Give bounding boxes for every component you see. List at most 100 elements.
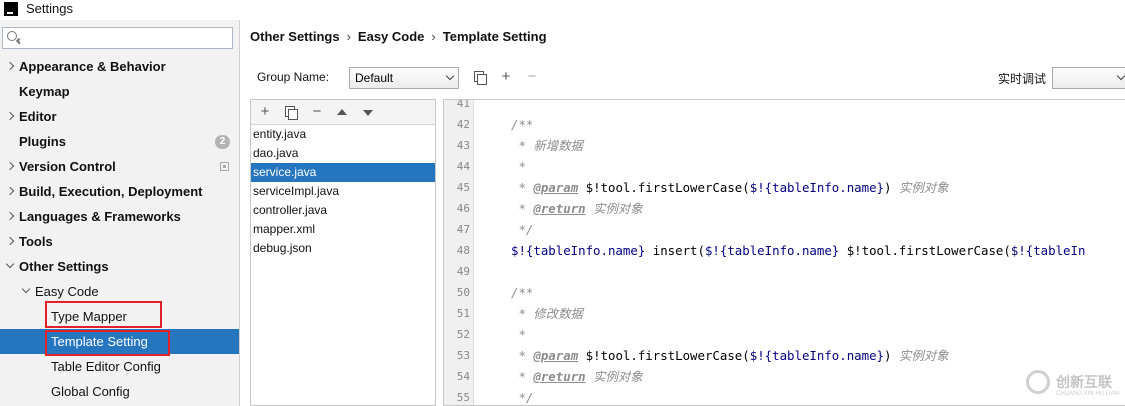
code-comment: * [511,138,534,153]
sidebar-item-version-control[interactable]: Version Control [0,154,239,179]
code-line-42: /** [511,114,533,135]
code-line-51: * 修改数据 [511,303,583,324]
code-text: $!tool.firstLowerCase( [839,243,1011,258]
sidebar-item-other-settings[interactable]: Other Settings [0,254,239,279]
code-variable: $!{tableInfo.name} [749,180,885,195]
remove-file-icon[interactable]: − [309,104,325,120]
file-item-entity[interactable]: entity.java [251,125,435,144]
sidebar-item-plugins[interactable]: Plugins 2 [0,129,239,154]
group-name-select[interactable]: Default [349,67,459,89]
code-comment: * [511,348,534,363]
chevron-right-icon[interactable] [6,154,16,179]
code-line-46: * @return 实例对象 [511,198,642,219]
file-item-debug[interactable]: debug.json [251,239,435,258]
code-variable: $!{tableInfo.name} [749,348,885,363]
code-text: insert( [645,243,705,258]
group-name-label: Group Name: [257,70,330,84]
code-comment: 实例对象 [898,348,949,363]
group-name-value: Default [355,71,394,85]
file-item-serviceimpl[interactable]: serviceImpl.java [251,182,435,201]
code-variable: $!{tableIn [1010,243,1086,258]
breadcrumb-other-settings[interactable]: Other Settings [250,29,340,44]
line-number: 48 [456,244,470,257]
chevron-down-icon [445,71,455,81]
file-item-dao[interactable]: dao.java [251,144,435,163]
chevron-right-icon[interactable] [6,104,16,129]
sidebar-item-keymap[interactable]: Keymap [0,79,239,104]
file-item-mapper[interactable]: mapper.xml [251,220,435,239]
sidebar-item-label: Build, Execution, Deployment [19,184,203,199]
code-line-50: /** [511,282,533,303]
watermark-text: 创新互联 [1056,374,1112,390]
line-number: 53 [456,349,470,362]
code-comment: * [511,159,526,174]
chevron-down-icon[interactable] [6,254,16,279]
code-comment: * [511,327,526,342]
file-item-controller[interactable]: controller.java [251,201,435,220]
line-number: 49 [456,265,470,278]
search-box[interactable]: ▾ [2,27,233,49]
sidebar-item-languages-frameworks[interactable]: Languages & Frameworks [0,204,239,229]
line-number: 42 [456,118,470,131]
project-level-icon [220,162,229,171]
code-comment: 实例对象 [898,180,949,195]
chevron-down-icon [1116,71,1125,81]
sidebar-item-appearance-behavior[interactable]: Appearance & Behavior [0,54,239,79]
line-number: 52 [456,328,470,341]
watermark-circle-icon [1026,370,1050,394]
file-item-service[interactable]: service.java [251,163,435,182]
line-number: 54 [456,370,470,383]
chevron-down-icon[interactable] [22,279,32,304]
breadcrumb: Other Settings › Easy Code › Template Settin… [250,29,547,44]
move-up-icon[interactable] [337,109,347,115]
copy-group-icon[interactable] [474,71,487,85]
line-number: 44 [456,160,470,173]
code-line-55: */ [511,387,534,405]
chevron-right-icon[interactable] [6,204,16,229]
chevron-right-icon[interactable] [6,179,16,204]
sidebar-item-table-editor-config[interactable]: Table Editor Config [0,354,239,379]
search-icon[interactable] [7,31,17,41]
code-text: ) [884,180,899,195]
watermark-subtext: CHUANG XIN HU LIAN [1056,391,1120,397]
add-file-icon[interactable]: + [257,104,273,120]
search-options-caret-icon[interactable]: ▾ [17,37,21,44]
search-input[interactable] [25,30,225,46]
line-number: 55 [456,391,470,404]
title-bar: Settings [0,0,1125,20]
chevron-right-icon[interactable] [6,54,16,79]
code-line-47: */ [511,219,533,240]
code-variable: $!{tableInfo.name} [511,243,646,258]
line-number: 47 [456,223,470,236]
code-comment: * [511,369,534,384]
sidebar-item-label: Version Control [19,159,116,174]
copy-file-icon[interactable] [285,106,298,120]
breadcrumb-separator: › [431,29,436,44]
chevron-right-icon[interactable] [6,229,16,254]
realtime-debug-select[interactable] [1052,67,1125,89]
sidebar-item-build-execution-deployment[interactable]: Build, Execution, Deployment [0,179,239,204]
code-comment: 实例对象 [585,369,643,384]
code-doc-tag: @return [533,369,586,384]
code-comment: /** [511,117,534,132]
code-comment: 新增数据 [533,138,583,153]
watermark-logo: 创新互联 CHUANG XIN HU LIAN [1022,368,1125,406]
code-comment: * [511,180,534,195]
code-line-43: * 新增数据 [511,135,583,156]
sidebar-item-label: Languages & Frameworks [19,209,181,224]
code-comment: 修改数据 [533,306,583,321]
code-line-52: * [511,324,526,345]
breadcrumb-easy-code[interactable]: Easy Code [358,29,424,44]
sidebar-item-global-config[interactable]: Global Config [0,379,239,404]
code-comment: */ [511,390,534,405]
move-down-icon[interactable] [363,110,373,116]
template-code-editor[interactable]: 41 42 43 44 45 46 47 48 49 50 51 52 53 5… [443,99,1125,406]
add-group-icon[interactable]: + [498,69,514,85]
sidebar-item-tools[interactable]: Tools [0,229,239,254]
code-line-44: * [511,156,526,177]
line-number: 50 [456,286,470,299]
code-line-53: * @param $!tool.firstLowerCase($!{tableI… [511,345,949,366]
sidebar-item-editor[interactable]: Editor [0,104,239,129]
remove-group-icon[interactable]: − [524,69,540,85]
code-text: $!tool.firstLowerCase( [578,348,750,363]
